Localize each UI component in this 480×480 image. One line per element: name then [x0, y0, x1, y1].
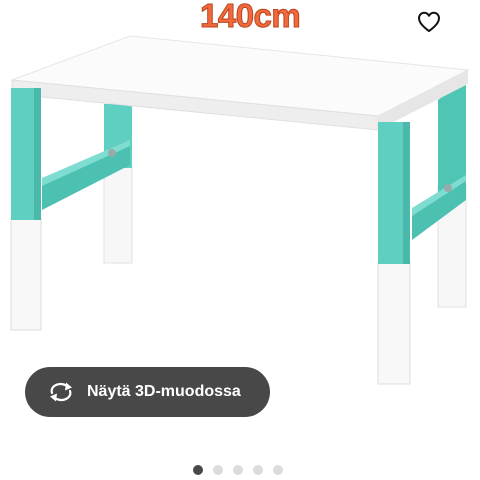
product-image-gallery[interactable]: 140cm Näytä 3D-muodossa	[0, 0, 480, 480]
product-image	[10, 35, 470, 385]
carousel-dot[interactable]	[193, 465, 203, 475]
carousel-dot[interactable]	[213, 465, 223, 475]
carousel-dot[interactable]	[273, 465, 283, 475]
view-3d-button[interactable]: Näytä 3D-muodossa	[25, 367, 270, 417]
rotate-arrows-icon	[47, 381, 75, 403]
carousel-dot[interactable]	[253, 465, 263, 475]
carousel-indicator	[193, 464, 283, 476]
view-3d-label: Näytä 3D-muodossa	[87, 383, 241, 400]
carousel-dot[interactable]	[233, 465, 243, 475]
